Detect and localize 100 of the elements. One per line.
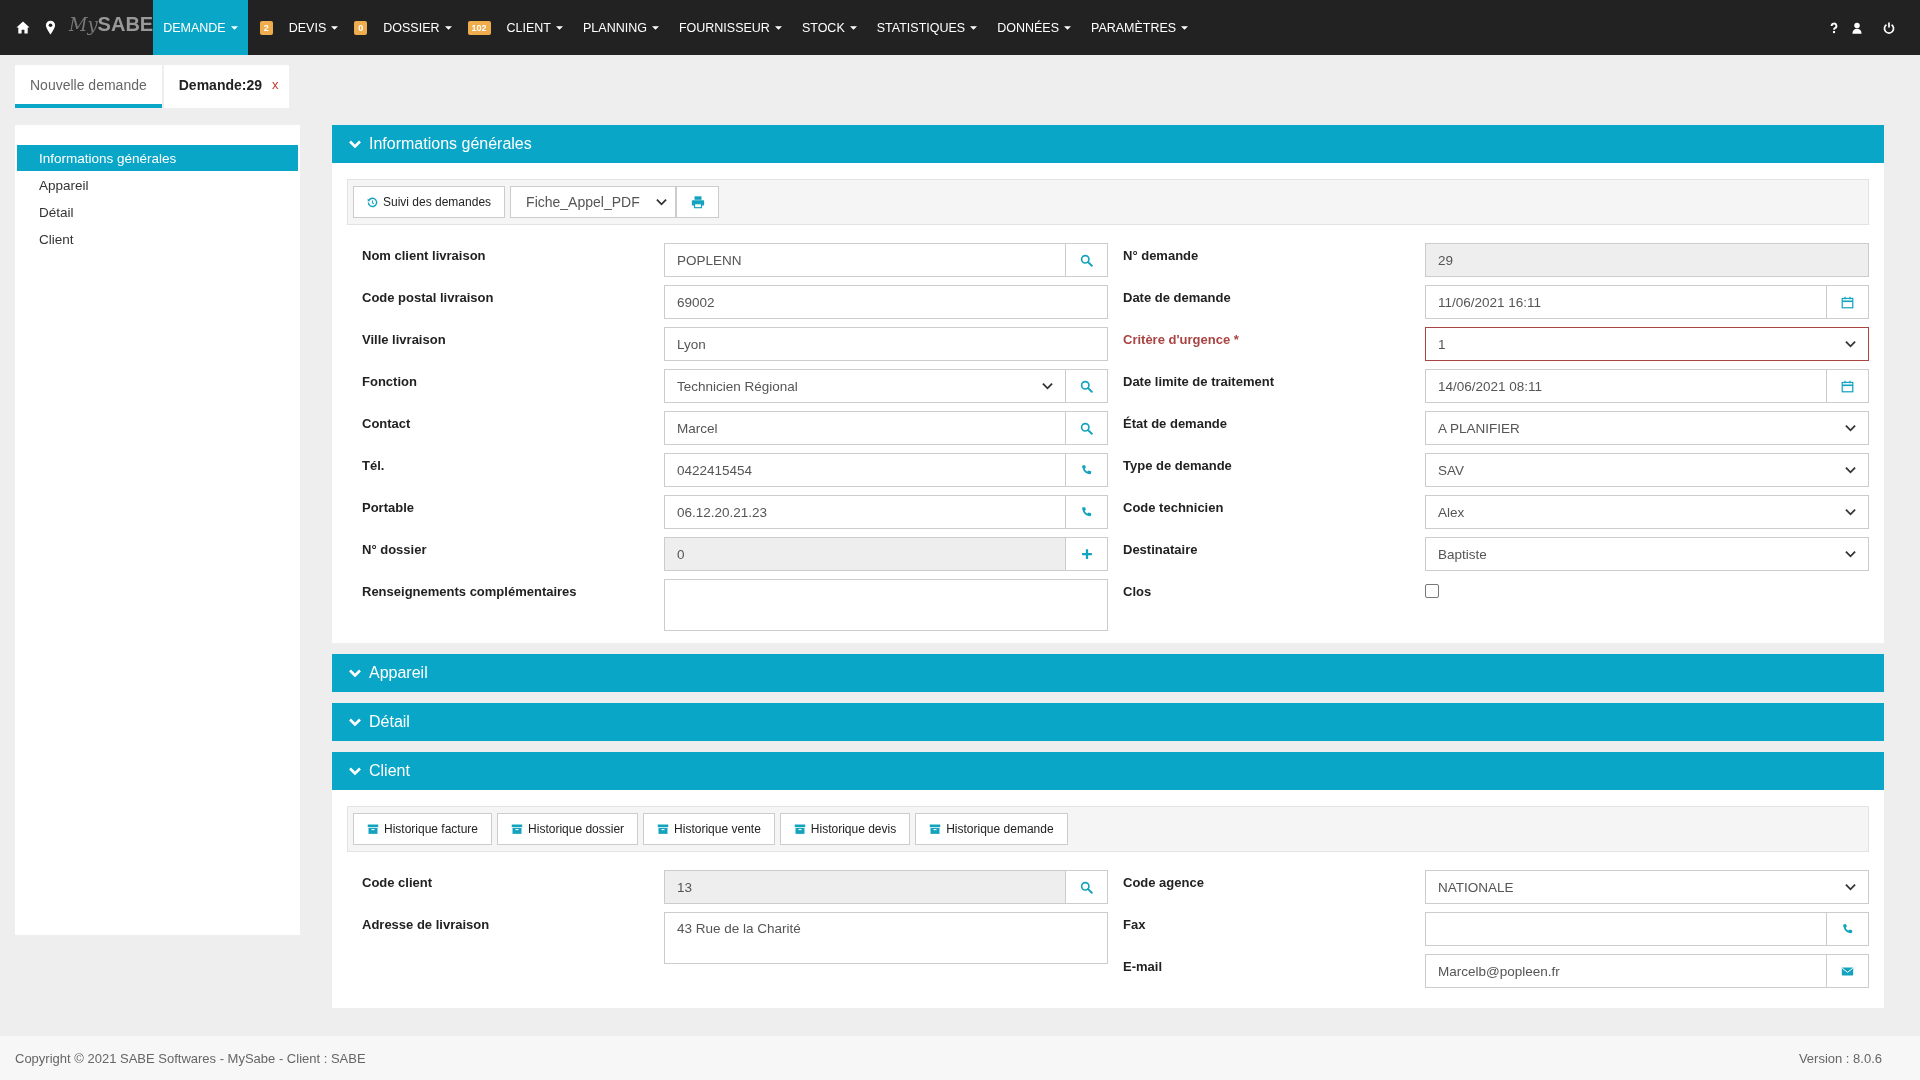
addon-button[interactable]	[1827, 954, 1869, 988]
field-label: Critère d'urgence *	[1123, 331, 1240, 349]
addon-button[interactable]	[1827, 285, 1869, 319]
field-label: Nom client livraison	[362, 247, 487, 265]
phone-icon	[1841, 923, 1854, 935]
count-badge: 2	[259, 20, 273, 35]
tab[interactable]: Demande:29	[163, 65, 268, 108]
field-label: Date limite de traitement	[1123, 373, 1275, 391]
text-area[interactable]	[664, 579, 1108, 631]
history-icon	[367, 196, 378, 208]
chevron-down-icon	[1042, 382, 1053, 390]
nav-menu-item[interactable]: PLANNING	[573, 0, 669, 55]
toolbar-button[interactable]: Historique dossier	[497, 813, 639, 845]
input-field[interactable]: Lyon	[664, 327, 1108, 361]
addon-button[interactable]	[1066, 453, 1108, 487]
addon-button[interactable]	[1066, 495, 1108, 529]
field-label: Fax	[1123, 916, 1147, 934]
plus-icon	[1080, 548, 1093, 560]
close-tab-button[interactable]: x	[268, 65, 289, 108]
select-field[interactable]: Technicien Régional	[664, 369, 1066, 403]
chevron-down-icon	[349, 669, 361, 677]
input-field[interactable]: 29	[1425, 243, 1869, 277]
toolbar-button[interactable]: Historique demande	[915, 813, 1068, 845]
caret-icon	[331, 25, 339, 30]
chevron-down-icon	[1845, 550, 1856, 558]
tab[interactable]: Nouvelle demande	[15, 65, 162, 108]
chevron-down-icon	[1845, 424, 1856, 432]
select-field[interactable]: Baptiste	[1425, 537, 1869, 571]
phone-icon	[1080, 506, 1093, 518]
addon-button[interactable]	[1066, 870, 1108, 904]
toolbar-button[interactable]: Suivi des demandes	[353, 186, 506, 218]
select-field[interactable]: SAV	[1425, 453, 1869, 487]
input-field[interactable]	[1425, 912, 1827, 946]
nav-menu-item[interactable]: CLIENT	[496, 0, 573, 55]
count-badge: 102	[467, 20, 491, 35]
input-field[interactable]: 69002	[664, 285, 1108, 319]
sidebar-item[interactable]: Appareil	[17, 172, 298, 198]
text-area[interactable]: 43 Rue de la Charité	[664, 912, 1108, 964]
sidebar-item[interactable]: Client	[17, 226, 298, 252]
archive-box-icon	[929, 823, 942, 835]
input-field[interactable]: 14/06/2021 08:11	[1425, 369, 1827, 403]
sidebar-item[interactable]: Détail	[17, 199, 298, 225]
select-field[interactable]: Alex	[1425, 495, 1869, 529]
field-label: Contact	[362, 415, 412, 433]
toolbar-button[interactable]: Historique facture	[353, 813, 493, 845]
input-field[interactable]: 06.12.20.21.23	[664, 495, 1066, 529]
nav-menu-item[interactable]: PARAMÈTRES	[1081, 0, 1199, 55]
caret-icon	[230, 25, 238, 30]
print-button[interactable]	[676, 186, 720, 218]
chevron-down-icon	[349, 140, 361, 148]
envelope-icon	[1841, 964, 1854, 978]
checkbox[interactable]	[1425, 584, 1439, 598]
count-badge: 0	[354, 20, 368, 35]
field-label: N° demande	[1123, 247, 1200, 265]
search-icon	[1080, 253, 1093, 267]
toolbar-button[interactable]: Historique vente	[643, 813, 775, 845]
field-label: Code client	[362, 874, 434, 892]
caret-icon	[849, 25, 857, 30]
select-field[interactable]: A PLANIFIER	[1425, 411, 1869, 445]
addon-button[interactable]	[1066, 537, 1108, 571]
input-field[interactable]: 0	[664, 537, 1066, 571]
input-field[interactable]: 0422415454	[664, 453, 1066, 487]
field-label: Date de demande	[1123, 289, 1232, 307]
caret-icon	[1064, 25, 1071, 30]
nav-menu-item[interactable]: DEVIS	[278, 0, 349, 55]
nav-menu-item[interactable]: DONNÉES	[987, 0, 1081, 55]
chevron-down-icon	[349, 718, 361, 726]
field-label: Tél.	[362, 457, 386, 475]
version-text: Version : 8.0.6	[1798, 1050, 1882, 1066]
input-field[interactable]: 11/06/2021 16:11	[1425, 285, 1827, 319]
addon-button[interactable]	[1066, 369, 1108, 403]
nav-menu-item[interactable]: STATISTIQUES	[866, 0, 988, 55]
nav-menu-item[interactable]: DOSSIER	[373, 0, 462, 55]
select-field[interactable]: NATIONALE	[1425, 870, 1869, 904]
nav-menu-item[interactable]: STOCK	[791, 0, 867, 55]
field-label: E-mail	[1123, 958, 1163, 976]
calendar-icon	[1841, 295, 1854, 309]
caret-icon	[556, 25, 563, 30]
nav-menu-item[interactable]: FOURNISSEUR	[668, 0, 792, 55]
input-field[interactable]: POPLENN	[664, 243, 1066, 277]
calendar-icon	[1841, 379, 1854, 393]
caret-icon	[774, 25, 782, 30]
addon-button[interactable]	[1827, 369, 1869, 403]
field-label: Renseignements complémentaires	[362, 583, 578, 601]
input-field[interactable]: 13	[664, 870, 1066, 904]
chevron-down-icon	[656, 198, 668, 206]
caret-icon	[970, 25, 978, 30]
field-label: N° dossier	[362, 541, 428, 559]
printer-icon	[690, 195, 705, 209]
input-field[interactable]: Marcel	[664, 411, 1066, 445]
toolbar-button[interactable]: Historique devis	[779, 813, 911, 845]
addon-button[interactable]	[1066, 411, 1108, 445]
select-field[interactable]: Fiche_Appel_PDF	[510, 186, 677, 218]
field-label: Code agence	[1123, 874, 1205, 892]
caret-icon	[651, 25, 659, 30]
select-field[interactable]: 1	[1425, 327, 1869, 361]
addon-button[interactable]	[1827, 912, 1869, 946]
addon-button[interactable]	[1066, 243, 1108, 277]
input-field[interactable]: Marcelb@popleen.fr	[1425, 954, 1827, 988]
archive-box-icon	[793, 823, 806, 835]
